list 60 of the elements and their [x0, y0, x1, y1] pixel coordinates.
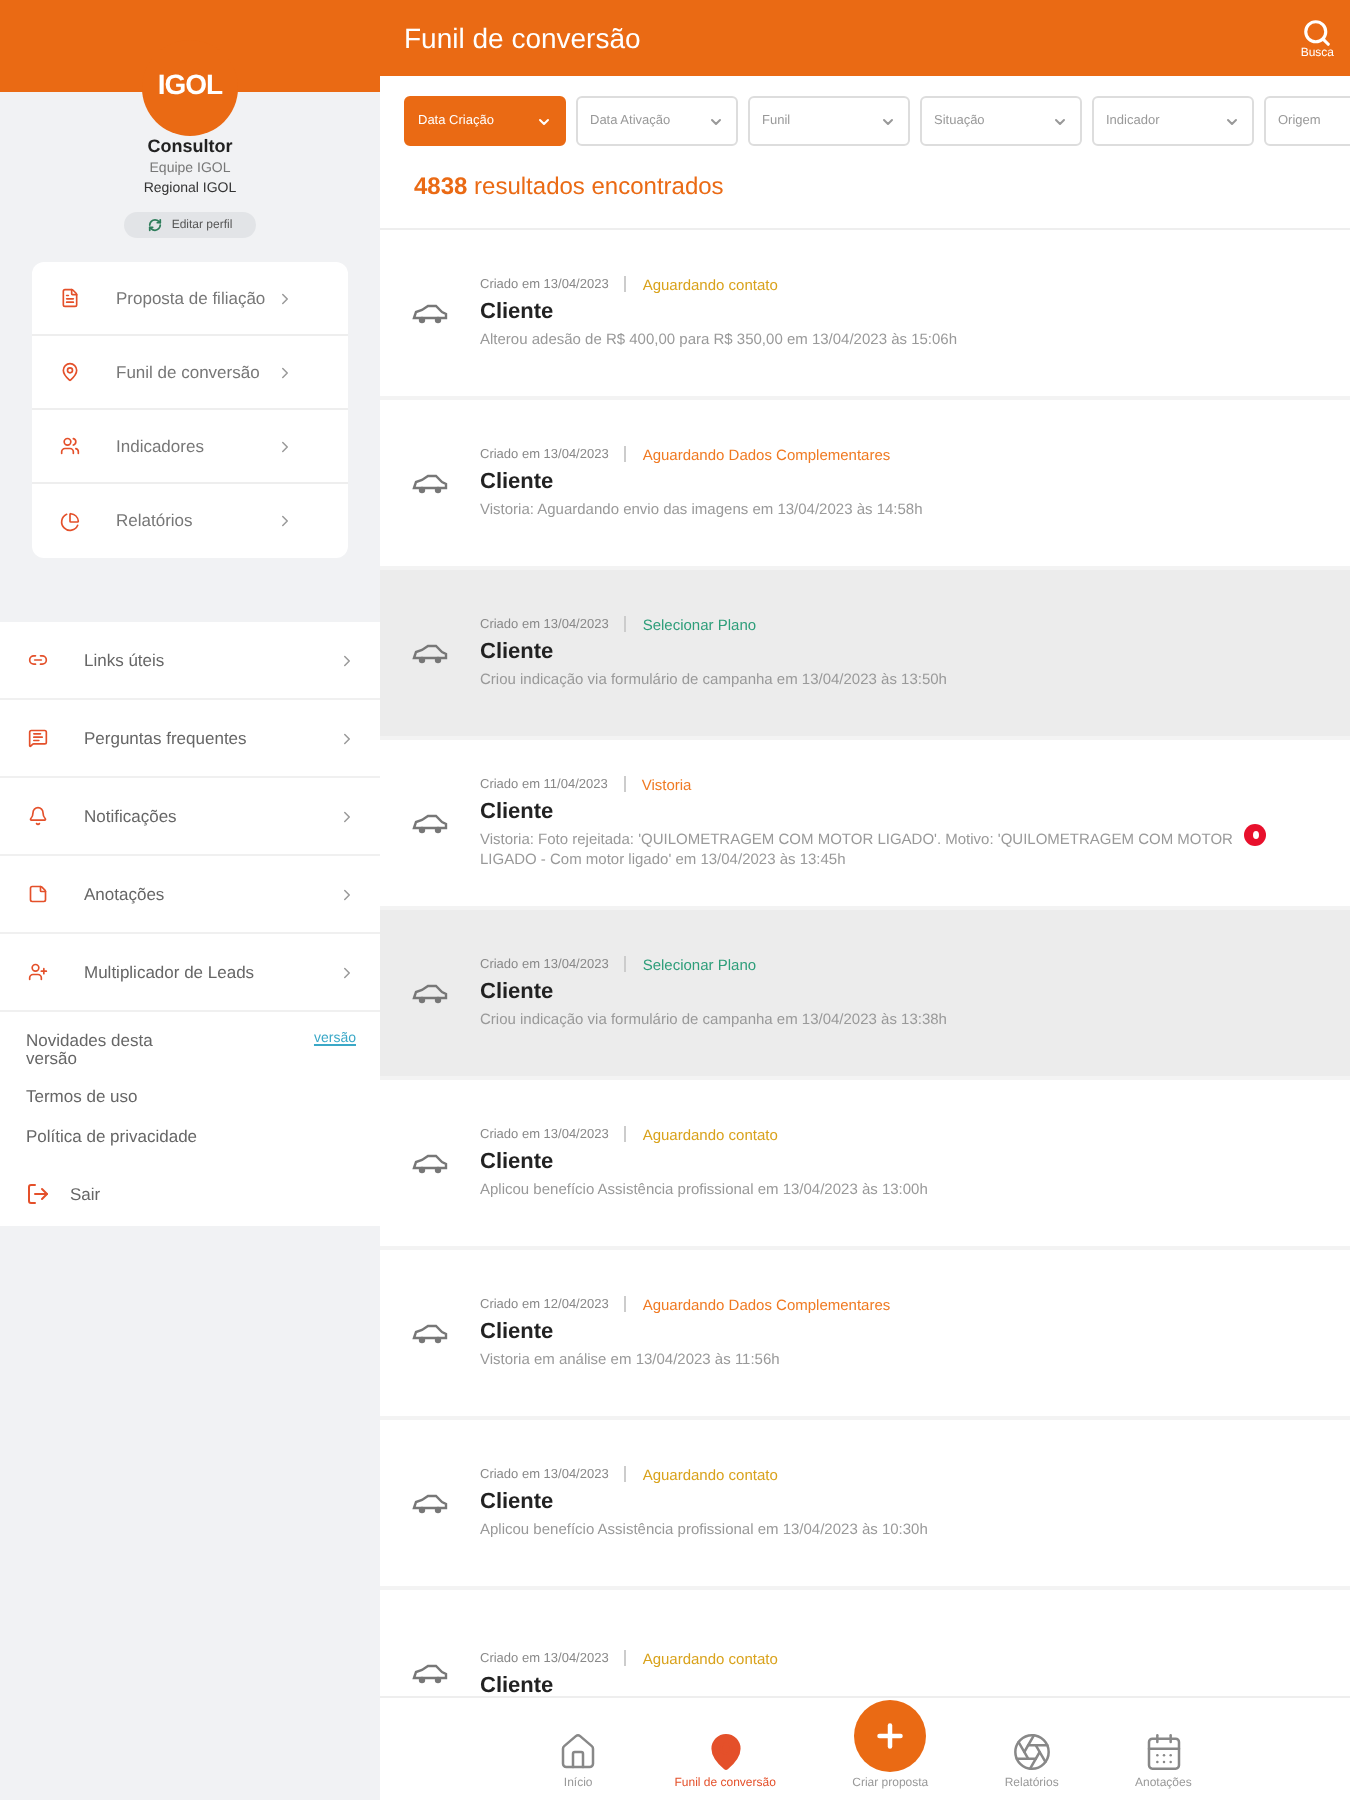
footer-link[interactable]: Termos de uso	[0, 1066, 380, 1106]
logout-link[interactable]: Sair	[70, 1185, 101, 1203]
chevron-icon	[338, 651, 356, 669]
lead-name: Cliente	[480, 1319, 556, 1344]
plus-icon	[872, 1718, 909, 1754]
profile-role: Consultor	[147, 136, 233, 156]
lead-name: Cliente	[480, 799, 556, 823]
results-count: 4838 resultados encontrados	[412, 170, 726, 204]
news-label: Novidades desta versão	[26, 1032, 155, 1066]
chevron-icon	[338, 885, 356, 903]
logout-icon	[26, 1182, 50, 1206]
chevron-icon	[276, 363, 294, 381]
menu-icon	[60, 362, 80, 382]
chevron-icon	[338, 963, 356, 981]
car-icon	[412, 983, 448, 1003]
chevron-icon	[338, 807, 356, 825]
menu-item[interactable]: Funil de conversão	[32, 336, 348, 410]
nav-icon	[558, 1732, 599, 1772]
car-icon	[412, 1663, 448, 1683]
chevron-icon	[338, 729, 356, 747]
menu-icon	[28, 728, 48, 748]
menu-item[interactable]: Relatórios	[32, 484, 348, 558]
car-icon	[412, 813, 448, 833]
menu-icon	[60, 288, 80, 308]
caret-icon	[536, 113, 552, 129]
menu-icon	[28, 962, 48, 982]
caret-icon	[880, 113, 896, 129]
car-icon	[412, 643, 448, 663]
caret-icon	[1224, 113, 1240, 129]
page-title: Funil de conversão	[404, 22, 641, 54]
lead-name: Cliente	[480, 1149, 556, 1174]
car-icon	[412, 1493, 448, 1513]
nav-icon	[705, 1732, 746, 1772]
menu-icon	[60, 511, 80, 531]
chevron-icon	[276, 289, 294, 307]
lead-name: Cliente	[480, 469, 556, 494]
search-icon	[1302, 17, 1333, 47]
nav-icon	[1143, 1732, 1184, 1772]
menu-icon	[28, 650, 48, 670]
menu-icon	[28, 884, 48, 904]
lead-name: Cliente	[480, 979, 556, 1004]
footer-link[interactable]: Política de privacidade	[0, 1106, 380, 1146]
menu-item[interactable]: Indicadores	[32, 410, 348, 484]
caret-icon	[1052, 113, 1068, 129]
car-icon	[412, 1323, 448, 1343]
car-icon	[412, 303, 448, 323]
chevron-icon	[276, 437, 294, 455]
car-icon	[412, 473, 448, 493]
menu-icon	[60, 436, 80, 456]
chevron-icon	[276, 512, 294, 530]
menu-icon	[28, 806, 48, 826]
lead-name: Cliente	[480, 1489, 556, 1514]
lead-name: Cliente	[480, 299, 556, 324]
menu-item[interactable]: Proposta de filiação	[32, 262, 348, 336]
car-icon	[412, 1153, 448, 1173]
caret-icon	[708, 113, 724, 129]
nav-icon	[1011, 1732, 1052, 1772]
lead-name: Cliente	[480, 1673, 556, 1696]
refresh-icon	[147, 218, 162, 232]
lead-name: Cliente	[480, 639, 556, 664]
